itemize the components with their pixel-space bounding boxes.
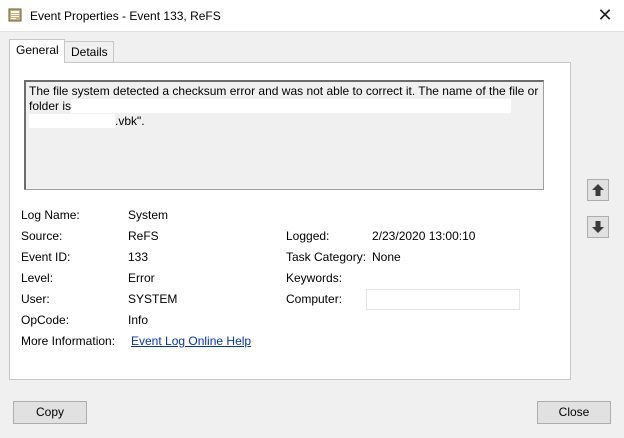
close-window-icon[interactable]: ✕ [594, 4, 616, 26]
window-title: Event Properties - Event 133, ReFS [30, 9, 221, 23]
arrow-up-icon [592, 184, 604, 196]
arrow-down-icon [592, 221, 604, 233]
description-line-2: folder is [29, 99, 540, 114]
level-label: Level: [21, 271, 54, 285]
keywords-label: Keywords: [286, 271, 343, 285]
redacted-filename [29, 114, 115, 128]
description-line-3: .vbk". [29, 114, 540, 129]
event-log-online-help-link[interactable]: Event Log Online Help [131, 334, 251, 348]
log-name-value: System [128, 208, 169, 222]
source-label: Source: [21, 229, 63, 243]
task-category-value: None [372, 250, 401, 264]
user-label: User: [21, 292, 50, 306]
opcode-value: Info [128, 313, 149, 327]
computer-value[interactable] [366, 289, 520, 310]
general-tab-panel: The file system detected a checksum erro… [9, 62, 571, 380]
tab-general[interactable]: General [9, 39, 65, 63]
user-value: SYSTEM [128, 292, 178, 306]
logged-value: 2/23/2020 13:00:10 [372, 229, 476, 243]
description-line-3-text: .vbk". [115, 114, 145, 128]
redacted-path [71, 99, 512, 113]
event-log-icon [8, 8, 22, 22]
title-bar: Event Properties - Event 133, ReFS ✕ [0, 0, 624, 32]
description-line-2-text: folder is [29, 99, 72, 113]
logged-label: Logged: [286, 229, 330, 243]
log-name-label: Log Name: [21, 208, 80, 222]
task-category-label: Task Category: [286, 250, 367, 264]
next-event-button[interactable] [587, 216, 609, 238]
computer-label: Computer: [286, 292, 343, 306]
source-value: ReFS [128, 229, 159, 243]
event-id-label: Event ID: [21, 250, 71, 264]
event-id-value: 133 [128, 250, 149, 264]
more-information-label: More Information: [21, 334, 116, 348]
tab-details[interactable]: Details [64, 41, 114, 62]
close-button[interactable]: Close [537, 401, 611, 424]
event-description-box[interactable]: The file system detected a checksum erro… [24, 80, 544, 190]
copy-button[interactable]: Copy [13, 401, 87, 424]
opcode-label: OpCode: [21, 313, 70, 327]
description-line-1: The file system detected a checksum erro… [29, 84, 539, 98]
level-value: Error [128, 271, 155, 285]
previous-event-button[interactable] [587, 179, 609, 201]
